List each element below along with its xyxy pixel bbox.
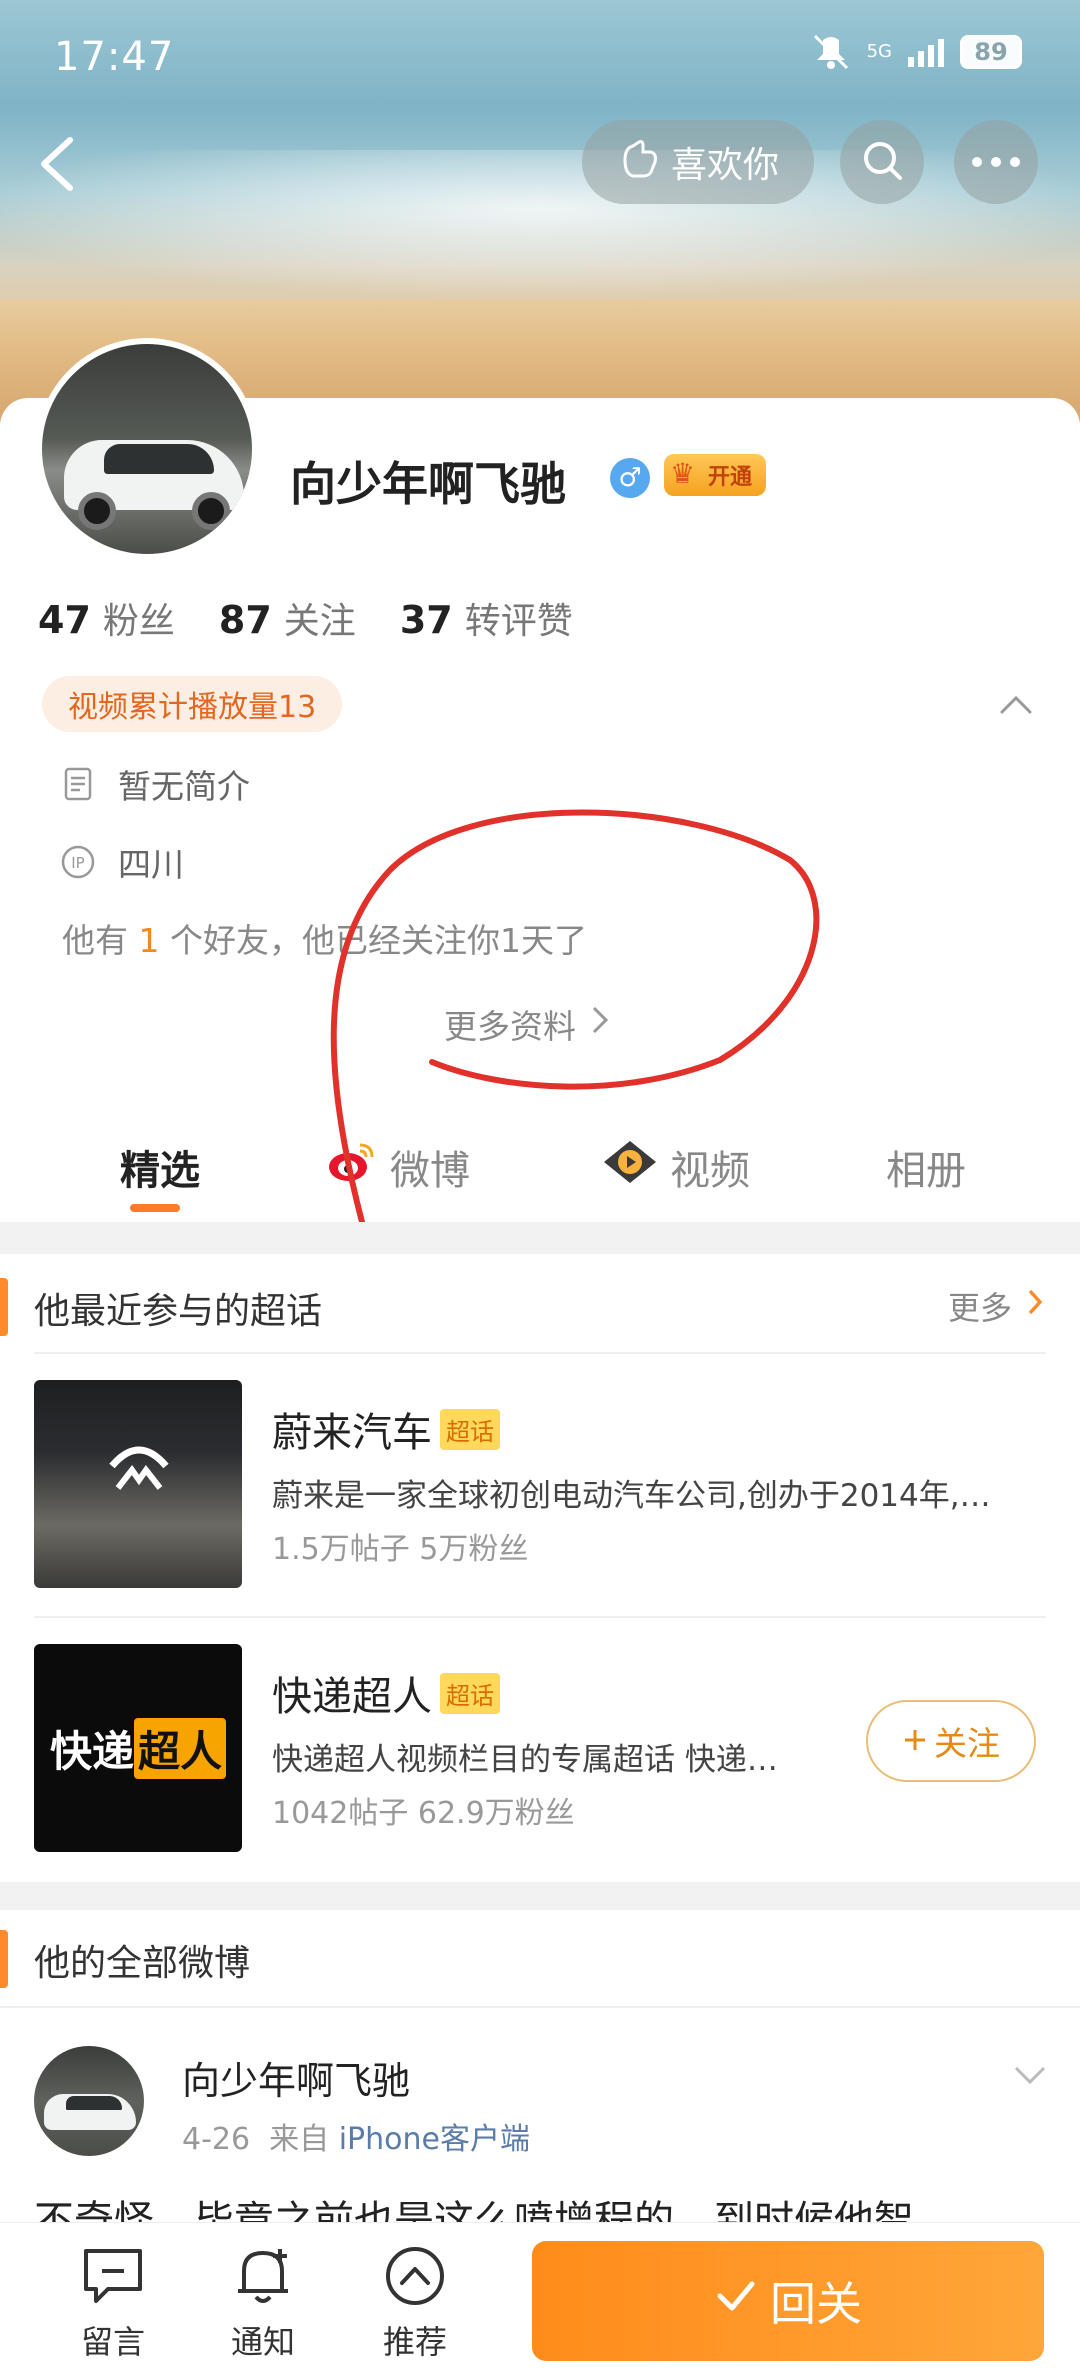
weibo-icon <box>326 1139 378 1195</box>
profile-stats: 47 粉丝 87 关注 37 转评赞 <box>38 592 573 644</box>
search-button[interactable] <box>840 120 924 204</box>
active-tab-indicator <box>130 1204 180 1212</box>
bio-row: 暂无简介 <box>60 760 250 808</box>
nio-logo-icon <box>109 1446 169 1490</box>
topic-description: 蔚来是一家全球初创电动汽车公司,创办于2014年,… <box>272 1478 991 1514</box>
video-icon <box>602 1139 658 1195</box>
mute-icon <box>811 34 851 70</box>
like-you-button[interactable]: 喜欢你 <box>582 120 814 204</box>
comment-icon <box>78 2241 148 2311</box>
tab-weibo[interactable]: 微博 <box>326 1138 470 1196</box>
stat-following[interactable]: 87 关注 <box>219 592 356 644</box>
hand-heart-icon <box>617 136 661 189</box>
bio-text: 暂无简介 <box>118 767 250 806</box>
topic-name[interactable]: 快递超人 超话 <box>272 1664 500 1722</box>
post-meta: 4-26 来自 iPhone客户端 <box>182 2122 530 2157</box>
section-gap <box>0 1222 1080 1254</box>
friends-info[interactable]: 他有 1 个好友，他已经关注你1天了 <box>62 914 587 962</box>
recommend-button[interactable]: 推荐 <box>360 2241 470 2363</box>
search-icon <box>858 136 906 188</box>
vip-label: 开通 <box>708 465 753 490</box>
divider <box>34 1616 1046 1618</box>
stat-followers[interactable]: 47 粉丝 <box>38 592 175 644</box>
svg-text:IP: IP <box>71 854 84 872</box>
battery-icon: 89 <box>960 35 1022 69</box>
video-play-tag[interactable]: 视频累计播放量13 <box>42 676 343 732</box>
plus-icon <box>902 1722 928 1761</box>
bottom-action-bar: 留言 通知 推荐 回关 <box>0 2222 1080 2376</box>
checkmark-icon <box>714 2274 758 2329</box>
divider <box>34 1352 1046 1354</box>
chevron-up-icon[interactable] <box>996 690 1036 720</box>
more-dots-icon <box>971 153 1021 172</box>
follow-topic-button[interactable]: 关注 <box>866 1700 1036 1782</box>
location-text: 四川 <box>118 845 184 884</box>
male-icon: ♂ <box>610 458 650 498</box>
section-accent <box>0 1930 8 1988</box>
chevron-right-icon <box>1026 1287 1044 1325</box>
document-icon <box>60 766 96 802</box>
tab-album[interactable]: 相册 <box>886 1138 966 1196</box>
chevron-down-icon[interactable] <box>1010 2060 1050 2090</box>
post-avatar[interactable] <box>34 2046 144 2156</box>
back-button[interactable] <box>30 124 86 204</box>
status-time: 17:47 <box>54 34 175 80</box>
stat-interactions[interactable]: 37 转评赞 <box>400 592 573 644</box>
bell-icon <box>228 2241 298 2311</box>
section-accent <box>0 1278 8 1336</box>
location-row: IP 四川 <box>60 838 184 886</box>
status-bar: 17:47 5G 89 <box>0 0 1080 120</box>
chevron-right-icon <box>590 1004 610 1044</box>
topic-name[interactable]: 蔚来汽车 超话 <box>272 1400 500 1458</box>
topic-thumbnail-nio[interactable] <box>34 1380 242 1588</box>
vip-badge[interactable]: ♛ 开通 <box>664 454 767 496</box>
profile-name: 向少年啊飞驰 <box>290 457 566 511</box>
avatar[interactable] <box>36 338 258 560</box>
topic-meta: 1042帖子 62.9万粉丝 <box>272 1796 575 1831</box>
ip-icon: IP <box>60 844 96 880</box>
recommend-icon <box>380 2241 450 2311</box>
tab-featured[interactable]: 精选 <box>120 1138 200 1196</box>
section-gap <box>0 1882 1080 1910</box>
post-source[interactable]: iPhone客户端 <box>339 2122 530 2157</box>
divider <box>0 2006 1080 2008</box>
crown-icon: ♛ <box>670 457 696 490</box>
super-topics-more[interactable]: 更多 <box>948 1283 1044 1329</box>
super-topics-title: 他最近参与的超话 <box>34 1291 323 1332</box>
topic-meta: 1.5万帖子 5万粉丝 <box>272 1532 529 1567</box>
more-info-link[interactable]: 更多资料 <box>444 1000 610 1048</box>
super-topic-badge: 超话 <box>440 1408 500 1450</box>
post-author[interactable]: 向少年啊飞驰 <box>182 2050 410 2105</box>
topic-description: 快递超人视频栏目的专属超话 快递… <box>272 1742 778 1778</box>
topic-thumbnail-kuaidi[interactable]: 快递 超人 <box>34 1644 242 1852</box>
like-you-label: 喜欢你 <box>670 145 779 186</box>
tab-video[interactable]: 视频 <box>602 1138 750 1196</box>
super-topic-badge: 超话 <box>440 1672 500 1714</box>
all-posts-title: 他的全部微博 <box>34 1943 251 1984</box>
signal-icon <box>908 37 944 67</box>
comment-button[interactable]: 留言 <box>58 2241 168 2363</box>
network-label: 5G <box>866 41 892 62</box>
more-button[interactable] <box>954 120 1038 204</box>
follow-back-button[interactable]: 回关 <box>532 2241 1044 2361</box>
notify-button[interactable]: 通知 <box>208 2241 318 2363</box>
